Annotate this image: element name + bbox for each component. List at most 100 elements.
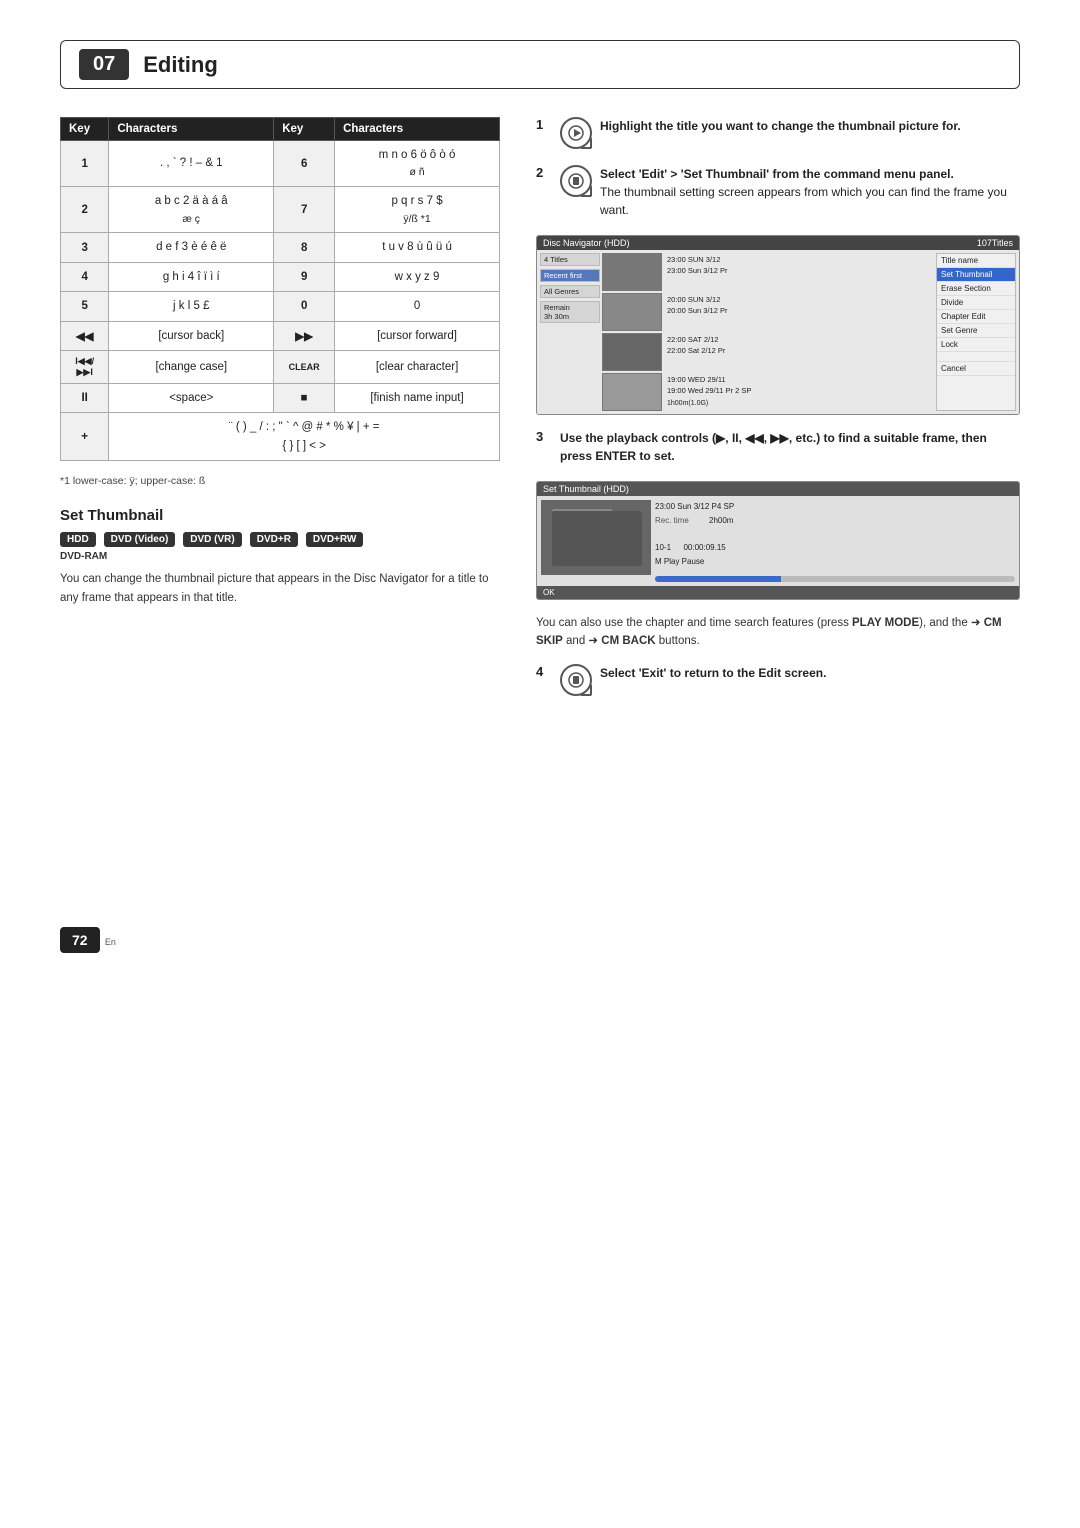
key-cell: CLEAR <box>274 350 335 383</box>
char-cell: [cursor back] <box>109 321 274 350</box>
thumb-chapter-id: 10-1 <box>655 541 671 555</box>
table-row: 2 a b c 2 ä à á âæ ç 7 p q r s 7 $ÿ/ß *1 <box>61 187 500 233</box>
thumb-date: 23:00 Sun 3/12 P4 SP <box>655 500 1015 514</box>
col-chars2: Characters <box>335 118 500 141</box>
page-lang: En <box>105 937 116 947</box>
table-row: ◀◀ [cursor back] ▶▶ [cursor forward] <box>61 321 500 350</box>
thumb-info: 23:00 Sun 3/12 P4 SP Rec. time 2h00m 10-… <box>655 500 1015 582</box>
nav-row-2: 20:00 SUN 3/1220:00 Sun 3/12 Pr <box>602 293 934 331</box>
nav-row-4-info: 19:00 WED 29/1119:00 Wed 29/11 Pr 2 SP1h… <box>664 373 754 411</box>
right-column: 1 Highlight the title you want to change… <box>536 117 1020 953</box>
nav-title: Disc Navigator (HDD) <box>543 238 630 248</box>
char-cell: [cursor forward] <box>335 321 500 350</box>
chapter-number: 07 <box>79 49 129 80</box>
thumb-ok-label: OK <box>543 588 555 597</box>
step-2-number: 2 <box>536 165 552 180</box>
chapter-title: Editing <box>143 52 218 78</box>
char-cell: d e f 3 è é ê ë <box>109 233 274 262</box>
badge-dvd-video: DVD (Video) <box>104 532 176 547</box>
character-table: Key Characters Key Characters 1 . , ` ? … <box>60 117 500 461</box>
key-cell: ▶▶ <box>274 321 335 350</box>
thumb-timecode: 00:00:09.15 <box>683 541 725 555</box>
nav-sidebar-allgenres: All Genres <box>540 285 600 298</box>
col-chars1: Characters <box>109 118 274 141</box>
step-3-number: 3 <box>536 429 552 444</box>
nav-menu-spacer <box>937 352 1015 362</box>
thumb-mode: M Play Pause <box>655 555 1015 569</box>
char-cell: [clear character] <box>335 350 500 383</box>
table-row: 1 . , ` ? ! – & 1 6 m n o 6 ö ô ò óø ñ <box>61 141 500 187</box>
char-cell: p q r s 7 $ÿ/ß *1 <box>335 187 500 233</box>
key-cell: 3 <box>61 233 109 262</box>
char-cell: 0 <box>335 292 500 321</box>
table-row: II <space> ■ [finish name input] <box>61 383 500 412</box>
nav-sidebar-remain: Remain3h 30m <box>540 301 600 323</box>
table-row: I◀◀/▶▶I [change case] CLEAR [clear chara… <box>61 350 500 383</box>
badge-dvdplus-rw: DVD+RW <box>306 532 363 547</box>
key-cell: 0 <box>274 292 335 321</box>
step-4-number: 4 <box>536 664 552 679</box>
set-thumbnail-body: You can change the thumbnail picture tha… <box>60 570 500 607</box>
key-cell: 5 <box>61 292 109 321</box>
thumb-progress-bar <box>655 576 1015 582</box>
thumb-rectime: Rec. time 2h00m <box>655 514 1015 528</box>
char-cell: a b c 2 ä à á âæ ç <box>109 187 274 233</box>
key-cell: 7 <box>274 187 335 233</box>
char-cell: w x y z 9 <box>335 262 500 291</box>
table-row: 5 j k l 5 £ 0 0 <box>61 292 500 321</box>
col-key2: Key <box>274 118 335 141</box>
char-cell: [finish name input] <box>335 383 500 412</box>
table-row: + ¨ ( ) _ / : ; " ` ^ @ # * % ¥ | + ={ }… <box>61 413 500 461</box>
thumbnail-screen: Set Thumbnail (HDD) 23:00 Sun 3/12 P4 SP <box>536 481 1020 600</box>
nav-titlebar: Disc Navigator (HDD) 107Titles <box>537 236 1019 250</box>
key-cell: 2 <box>61 187 109 233</box>
step-1-text: Highlight the title you want to change t… <box>600 117 961 135</box>
char-cell: j k l 5 £ <box>109 292 274 321</box>
char-cell: g h i 4 î ï ì í <box>109 262 274 291</box>
key-cell: 4 <box>61 262 109 291</box>
nav-menu-setgenre: Set Genre <box>937 324 1015 338</box>
thumb-video-area <box>541 500 651 575</box>
main-content: Key Characters Key Characters 1 . , ` ? … <box>60 117 1020 953</box>
nav-row-3: 22:00 SAT 2/1222:00 Sat 2/12 Pr <box>602 333 934 371</box>
nav-row-3-info: 22:00 SAT 2/1222:00 Sat 2/12 Pr <box>664 333 728 371</box>
col-key1: Key <box>61 118 109 141</box>
nav-count: 107Titles <box>977 238 1013 248</box>
nav-menu-setthumb: Set Thumbnail <box>937 268 1015 282</box>
nav-row-2-info: 20:00 SUN 3/1220:00 Sun 3/12 Pr <box>664 293 730 331</box>
chapter-header: 07 Editing <box>60 40 1020 89</box>
thumb-bottom-bar: OK <box>537 586 1019 599</box>
key-cell: 1 <box>61 141 109 187</box>
key-cell: I◀◀/▶▶I <box>61 350 109 383</box>
key-cell: II <box>61 383 109 412</box>
nav-menu-titlename: Title name <box>937 254 1015 268</box>
nav-thumb-1 <box>602 253 662 291</box>
char-cell: m n o 6 ö ô ò óø ñ <box>335 141 500 187</box>
thumb-rectime-val: 2h00m <box>709 514 733 528</box>
step-4-bold: Select 'Exit' to return to the Edit scre… <box>600 666 826 680</box>
step-3-bold: Use the playback controls (▶, II, ◀◀, ▶▶… <box>560 431 987 463</box>
left-column: Key Characters Key Characters 1 . , ` ? … <box>60 117 500 953</box>
thumb-date-val: 23:00 Sun 3/12 P4 SP <box>655 500 734 514</box>
char-cell: [change case] <box>109 350 274 383</box>
thumb-rectime-label: Rec. time <box>655 514 705 528</box>
step-2-subtext: The thumbnail setting screen appears fro… <box>600 185 1007 217</box>
nav-row-1-info: 23:00 SUN 3/1223:00 Sun 3/12 Pr <box>664 253 730 291</box>
nav-sidebar-4titles: 4 Titles <box>540 253 600 266</box>
key-cell: 6 <box>274 141 335 187</box>
nav-thumb-3 <box>602 333 662 371</box>
step-4: 4 Select 'Exit' to return to the Edit sc… <box>536 664 1020 696</box>
badge-hdd: HDD <box>60 532 96 547</box>
nav-menu-divide: Divide <box>937 296 1015 310</box>
thumb-chapter: 10-1 00:00:09.15 <box>655 541 1015 555</box>
step-2-bold: Select 'Edit' > 'Set Thumbnail' from the… <box>600 167 954 181</box>
nav-menu-erase: Erase Section <box>937 282 1015 296</box>
char-cell: ¨ ( ) _ / : ; " ` ^ @ # * % ¥ | + ={ } [… <box>109 413 500 461</box>
step-2-text: Select 'Edit' > 'Set Thumbnail' from the… <box>600 165 1020 219</box>
nav-row-1: 23:00 SUN 3/1223:00 Sun 3/12 Pr <box>602 253 934 291</box>
nav-thumb-4 <box>602 373 662 411</box>
navigator-screen: Disc Navigator (HDD) 107Titles 4 Titles … <box>536 235 1020 415</box>
thumb-screen-bar: Set Thumbnail (HDD) <box>537 482 1019 496</box>
format-badges: HDD DVD (Video) DVD (VR) DVD+R DVD+RW <box>60 532 500 547</box>
nav-center: 23:00 SUN 3/1223:00 Sun 3/12 Pr 20:00 SU… <box>602 253 934 411</box>
